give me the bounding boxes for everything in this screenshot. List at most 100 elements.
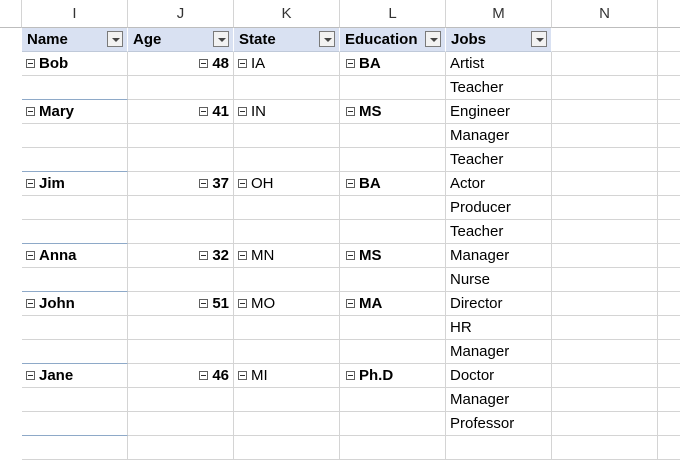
collapse-icon[interactable] — [238, 298, 247, 308]
empty-cell[interactable] — [22, 148, 128, 172]
collapse-icon[interactable] — [199, 106, 209, 116]
name-cell[interactable]: Jane — [22, 364, 128, 388]
collapse-icon[interactable] — [238, 370, 247, 380]
header-state[interactable]: State — [234, 28, 340, 52]
empty-cell[interactable] — [128, 196, 234, 220]
empty-cell[interactable] — [552, 100, 658, 124]
empty-cell[interactable] — [340, 220, 446, 244]
empty-cell[interactable] — [658, 100, 680, 124]
empty-cell[interactable] — [552, 52, 658, 76]
empty-cell[interactable] — [340, 388, 446, 412]
job-cell[interactable]: Artist — [446, 52, 552, 76]
job-cell[interactable]: Professor — [446, 412, 552, 436]
column-header-n[interactable]: N — [552, 0, 658, 28]
empty-cell[interactable] — [234, 436, 340, 460]
empty-cell[interactable] — [340, 148, 446, 172]
collapse-icon[interactable] — [199, 58, 209, 68]
empty-cell[interactable] — [552, 292, 658, 316]
empty-cell[interactable] — [234, 220, 340, 244]
collapse-icon[interactable] — [26, 250, 35, 260]
name-cell[interactable]: Jim — [22, 172, 128, 196]
empty-cell[interactable] — [234, 412, 340, 436]
filter-dropdown-icon[interactable] — [319, 31, 335, 47]
filter-dropdown-icon[interactable] — [213, 31, 229, 47]
empty-cell[interactable] — [22, 76, 128, 100]
empty-cell[interactable] — [234, 268, 340, 292]
collapse-icon[interactable] — [26, 106, 35, 116]
education-cell[interactable]: Ph.D — [340, 364, 446, 388]
collapse-icon[interactable] — [346, 58, 355, 68]
job-cell[interactable]: Teacher — [446, 76, 552, 100]
empty-cell[interactable] — [340, 268, 446, 292]
collapse-icon[interactable] — [346, 298, 355, 308]
education-cell[interactable]: MS — [340, 244, 446, 268]
header-education[interactable]: Education — [340, 28, 446, 52]
empty-cell[interactable] — [22, 124, 128, 148]
name-cell[interactable]: Mary — [22, 100, 128, 124]
collapse-icon[interactable] — [238, 106, 247, 116]
empty-cell[interactable] — [340, 412, 446, 436]
collapse-icon[interactable] — [238, 58, 247, 68]
header-jobs[interactable]: Jobs — [446, 28, 552, 52]
filter-dropdown-icon[interactable] — [531, 31, 547, 47]
collapse-icon[interactable] — [26, 298, 35, 308]
education-cell[interactable]: MS — [340, 100, 446, 124]
age-cell[interactable]: 48 — [128, 52, 234, 76]
empty-cell[interactable] — [552, 412, 658, 436]
empty-cell[interactable] — [658, 196, 680, 220]
collapse-icon[interactable] — [26, 58, 35, 68]
job-cell[interactable]: Actor — [446, 172, 552, 196]
age-cell[interactable]: 32 — [128, 244, 234, 268]
empty-cell[interactable] — [658, 172, 680, 196]
empty-cell[interactable] — [658, 244, 680, 268]
empty-cell[interactable] — [658, 388, 680, 412]
name-cell[interactable]: Anna — [22, 244, 128, 268]
empty-cell[interactable] — [128, 148, 234, 172]
empty-cell[interactable] — [22, 196, 128, 220]
collapse-icon[interactable] — [346, 370, 355, 380]
empty-cell[interactable] — [340, 316, 446, 340]
collapse-icon[interactable] — [238, 178, 247, 188]
empty-cell[interactable] — [658, 436, 680, 460]
job-cell[interactable]: Director — [446, 292, 552, 316]
empty-cell[interactable] — [234, 340, 340, 364]
column-header-k[interactable]: K — [234, 0, 340, 28]
column-header-j[interactable]: J — [128, 0, 234, 28]
job-cell[interactable]: Manager — [446, 124, 552, 148]
empty-cell[interactable] — [552, 76, 658, 100]
empty-cell[interactable] — [22, 220, 128, 244]
empty-cell[interactable] — [658, 340, 680, 364]
empty-cell[interactable] — [552, 436, 658, 460]
empty-cell[interactable] — [658, 148, 680, 172]
empty-cell[interactable] — [128, 220, 234, 244]
collapse-icon[interactable] — [346, 250, 355, 260]
empty-cell[interactable] — [552, 220, 658, 244]
state-cell[interactable]: IA — [234, 52, 340, 76]
empty-cell[interactable] — [234, 388, 340, 412]
collapse-icon[interactable] — [26, 370, 35, 380]
empty-cell[interactable] — [552, 364, 658, 388]
empty-cell[interactable] — [552, 244, 658, 268]
job-cell[interactable]: Nurse — [446, 268, 552, 292]
empty-cell[interactable] — [22, 388, 128, 412]
empty-cell[interactable] — [128, 316, 234, 340]
collapse-icon[interactable] — [346, 106, 355, 116]
job-cell[interactable]: Producer — [446, 196, 552, 220]
job-cell[interactable]: Engineer — [446, 100, 552, 124]
empty-cell[interactable] — [234, 148, 340, 172]
empty-cell[interactable] — [128, 412, 234, 436]
education-cell[interactable]: MA — [340, 292, 446, 316]
age-cell[interactable]: 51 — [128, 292, 234, 316]
empty-cell[interactable] — [340, 124, 446, 148]
empty-cell[interactable] — [340, 436, 446, 460]
job-cell[interactable]: HR — [446, 316, 552, 340]
empty-cell[interactable] — [658, 292, 680, 316]
empty-cell[interactable] — [552, 268, 658, 292]
empty-cell[interactable] — [22, 340, 128, 364]
age-cell[interactable]: 37 — [128, 172, 234, 196]
job-cell[interactable]: Doctor — [446, 364, 552, 388]
empty-cell[interactable] — [552, 148, 658, 172]
row-header-corner[interactable] — [0, 0, 22, 28]
empty-cell[interactable] — [658, 28, 680, 52]
job-cell[interactable]: Manager — [446, 340, 552, 364]
